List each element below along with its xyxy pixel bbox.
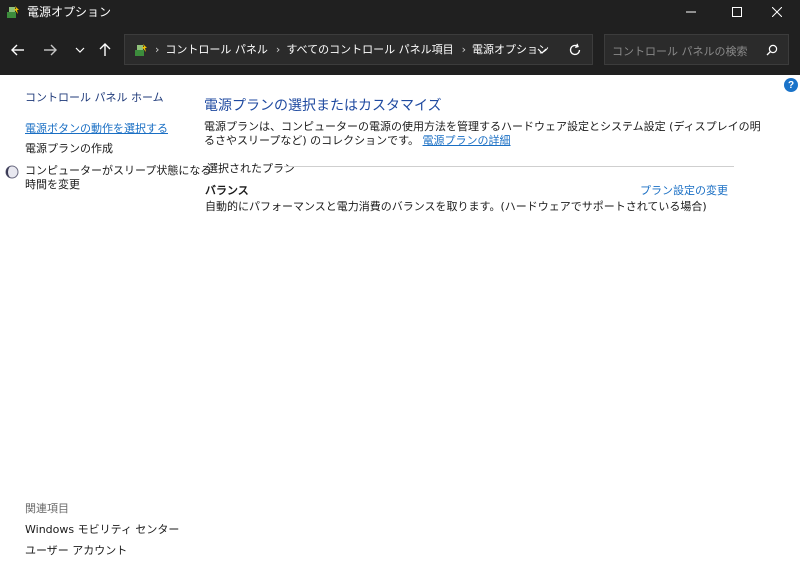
power-plan-details-link[interactable]: 電源プランの詳細: [423, 134, 511, 147]
help-icon[interactable]: ?: [784, 78, 798, 92]
selected-plan-group-label: 選択されたプラン: [207, 162, 295, 175]
search-input[interactable]: コントロール パネルの検索: [604, 34, 789, 65]
related-item-mobility-center[interactable]: Windows モビリティ センター: [25, 521, 179, 537]
close-button[interactable]: [754, 0, 800, 24]
title-bar: 電源オプション: [0, 0, 800, 24]
search-icon[interactable]: [766, 44, 778, 56]
navigation-bar: › コントロール パネル › すべてのコントロール パネル項目 › 電源オプショ…: [0, 24, 800, 75]
related-item-user-accounts[interactable]: ユーザー アカウント: [25, 542, 127, 558]
recent-locations-button[interactable]: [70, 40, 90, 60]
plan-description: 自動的にパフォーマンスと電力消費のバランスを取ります。(ハードウェアでサポートさ…: [205, 200, 707, 213]
maximize-icon: [732, 7, 742, 17]
search-placeholder: コントロール パネルの検索: [612, 45, 748, 58]
breadcrumb-separator-icon: ›: [155, 43, 160, 56]
plan-name: バランス: [205, 184, 249, 197]
breadcrumb-separator-icon[interactable]: ›: [462, 42, 466, 58]
power-options-icon: [7, 6, 19, 18]
address-bar[interactable]: › コントロール パネル › すべてのコントロール パネル項目 › 電源オプショ…: [124, 34, 593, 65]
window-title: 電源オプション: [27, 5, 112, 19]
group-divider: [284, 166, 734, 167]
breadcrumb-separator-icon[interactable]: ›: [276, 42, 280, 58]
arrow-right-icon: [44, 44, 57, 56]
address-dropdown-icon[interactable]: [537, 47, 547, 55]
sidebar-item-power-button[interactable]: 電源ボタンの動作を選択する: [25, 122, 168, 136]
arrow-left-icon: [11, 44, 24, 56]
page-title: 電源プランの選択またはカスタマイズ: [204, 98, 442, 114]
up-button[interactable]: [95, 40, 115, 60]
minimize-button[interactable]: [668, 0, 714, 24]
sidebar-item-create-plan[interactable]: 電源プランの作成: [25, 142, 113, 156]
related-heading: 関連項目: [25, 502, 69, 515]
breadcrumb-item-all-items[interactable]: すべてのコントロール パネル項目: [286, 42, 453, 58]
arrow-up-icon: [99, 43, 111, 56]
refresh-icon[interactable]: [568, 43, 582, 57]
sidebar-item-sleep-time[interactable]: コンピューターがスリープ状態になる 時間を変更: [25, 164, 211, 192]
control-panel-icon: [135, 44, 147, 56]
breadcrumb: › コントロール パネル › すべてのコントロール パネル項目 › 電源オプショ…: [155, 42, 557, 58]
moon-icon: [5, 165, 19, 179]
change-plan-settings-link[interactable]: プラン設定の変更: [640, 182, 728, 198]
back-button[interactable]: [8, 40, 28, 60]
minimize-icon: [686, 11, 696, 13]
close-icon: [772, 7, 782, 17]
chevron-down-icon: [75, 47, 85, 53]
page-description: 電源プランは、コンピューターの電源の使用方法を管理するハードウェア設定とシステム…: [204, 120, 764, 148]
control-panel-home-link[interactable]: コントロール パネル ホーム: [25, 89, 164, 105]
forward-button[interactable]: [40, 40, 60, 60]
breadcrumb-item-control-panel[interactable]: コントロール パネル: [165, 42, 268, 58]
